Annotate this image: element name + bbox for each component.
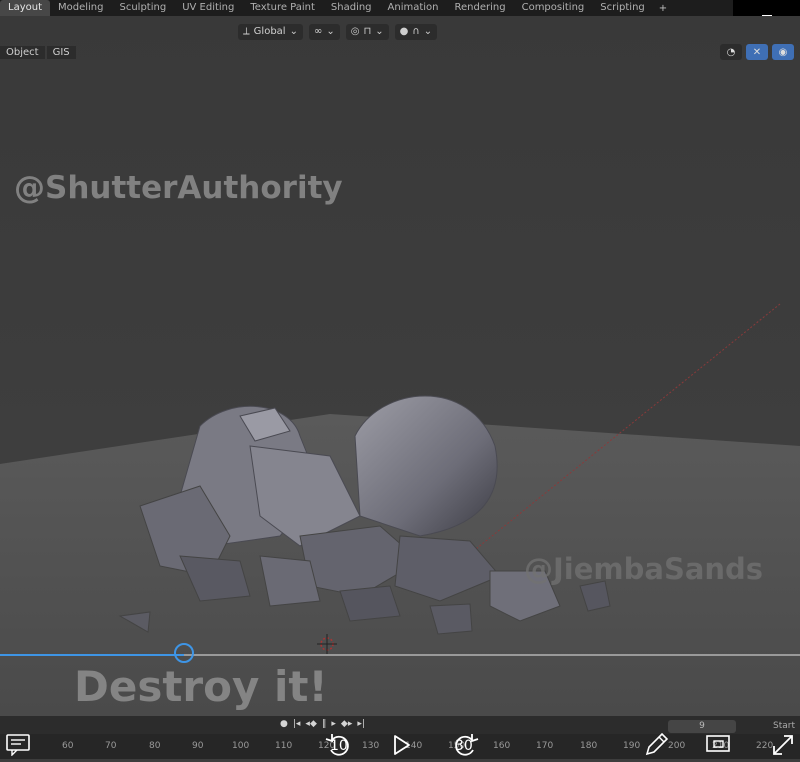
- transform-orientation-dropdown[interactable]: ⟂ Global ⌄: [238, 24, 303, 40]
- chevron-down-icon: ⌄: [289, 26, 298, 37]
- video-progress-fill: [0, 654, 184, 656]
- video-caption: Destroy it!: [74, 662, 328, 711]
- dot-icon: ●: [399, 26, 409, 37]
- tab-sculpting[interactable]: Sculpting: [112, 0, 175, 16]
- link-icon: ∞: [313, 26, 323, 37]
- chevron-down-icon: ⌄: [375, 26, 384, 37]
- watermark-top: @ShutterAuthority: [14, 170, 343, 206]
- chevron-down-icon: ⌄: [326, 26, 335, 37]
- menu-object[interactable]: Object: [0, 46, 45, 59]
- overlay-icon: ◉: [778, 46, 788, 58]
- tab-animation[interactable]: Animation: [380, 0, 447, 16]
- tab-modeling[interactable]: Modeling: [50, 0, 112, 16]
- playback-controls: ● |◂ ◂◆ ‖ ▸ ◆▸ ▸|: [280, 719, 365, 729]
- start-frame-label: Start: [773, 721, 795, 731]
- video-progress-knob[interactable]: [174, 643, 194, 663]
- workspace-tabbar: Layout Modeling Sculpting UV Editing Tex…: [0, 0, 800, 16]
- viewport-menu: Object GIS: [0, 46, 78, 59]
- tab-uv-editing[interactable]: UV Editing: [174, 0, 242, 16]
- overlay-toggle[interactable]: ◉: [772, 44, 794, 60]
- skip-back-seconds: 10: [330, 738, 348, 754]
- viewport-right-controls: ◔ ✕ ◉: [720, 44, 794, 60]
- picture-in-picture-icon[interactable]: [706, 734, 732, 754]
- skip-back-button[interactable]: 10: [322, 730, 356, 758]
- tab-rendering[interactable]: Rendering: [447, 0, 514, 16]
- tab-texture-paint[interactable]: Texture Paint: [242, 0, 323, 16]
- fullscreen-icon[interactable]: [770, 732, 796, 758]
- gizmo-icon: ✕: [752, 46, 762, 58]
- current-frame-field[interactable]: 9: [668, 720, 736, 733]
- proportional-editing[interactable]: ● ∩ ⌄: [394, 24, 438, 40]
- tab-compositing[interactable]: Compositing: [514, 0, 593, 16]
- tab-layout[interactable]: Layout: [0, 0, 50, 16]
- menu-gis[interactable]: GIS: [46, 46, 76, 59]
- snap-dropdown[interactable]: ◎ ⊓ ⌄: [345, 24, 389, 40]
- pivot-point-dropdown[interactable]: ∞ ⌄: [308, 24, 340, 40]
- eye-icon: ◔: [726, 46, 736, 58]
- chevron-down-icon: ⌄: [423, 26, 433, 37]
- magnet-icon: ⊓: [363, 26, 372, 37]
- jump-end-icon[interactable]: ▸|: [357, 719, 365, 729]
- 3d-viewport[interactable]: ⟂ Global ⌄ ∞ ⌄ ◎ ⊓ ⌄ ● ∩ ⌄ Object GIS ◔ ✕ ◉ @…: [0, 16, 800, 716]
- watermark-bottom: @JiembaSands: [524, 552, 764, 586]
- orientation-icon: ⟂: [243, 26, 250, 37]
- play-icon[interactable]: ▸: [331, 719, 336, 729]
- orientation-label: Global: [253, 26, 286, 37]
- pause-icon[interactable]: ‖: [322, 719, 327, 729]
- snap-icon: ◎: [350, 26, 360, 37]
- add-workspace-button[interactable]: +: [653, 3, 673, 14]
- gizmo-toggle[interactable]: ✕: [746, 44, 768, 60]
- jump-start-icon[interactable]: |◂: [293, 719, 301, 729]
- tab-scripting[interactable]: Scripting: [592, 0, 652, 16]
- visibility-dropdown[interactable]: ◔: [720, 44, 742, 60]
- video-player-controls: 10 30: [0, 732, 800, 759]
- skip-forward-button[interactable]: 30: [448, 730, 482, 758]
- record-icon[interactable]: ●: [280, 719, 288, 729]
- captions-icon[interactable]: [6, 734, 32, 756]
- scene-canvas: [0, 16, 800, 716]
- keyframe-prev-icon[interactable]: ◂◆: [305, 719, 316, 729]
- keyframe-next-icon[interactable]: ◆▸: [341, 719, 352, 729]
- pen-icon[interactable]: [643, 732, 669, 758]
- falloff-icon: ∩: [412, 26, 420, 37]
- skip-forward-seconds: 30: [455, 738, 473, 754]
- tab-shading[interactable]: Shading: [323, 0, 380, 16]
- viewport-toolbar: ⟂ Global ⌄ ∞ ⌄ ◎ ⊓ ⌄ ● ∩ ⌄: [238, 24, 438, 40]
- play-button[interactable]: [392, 734, 412, 756]
